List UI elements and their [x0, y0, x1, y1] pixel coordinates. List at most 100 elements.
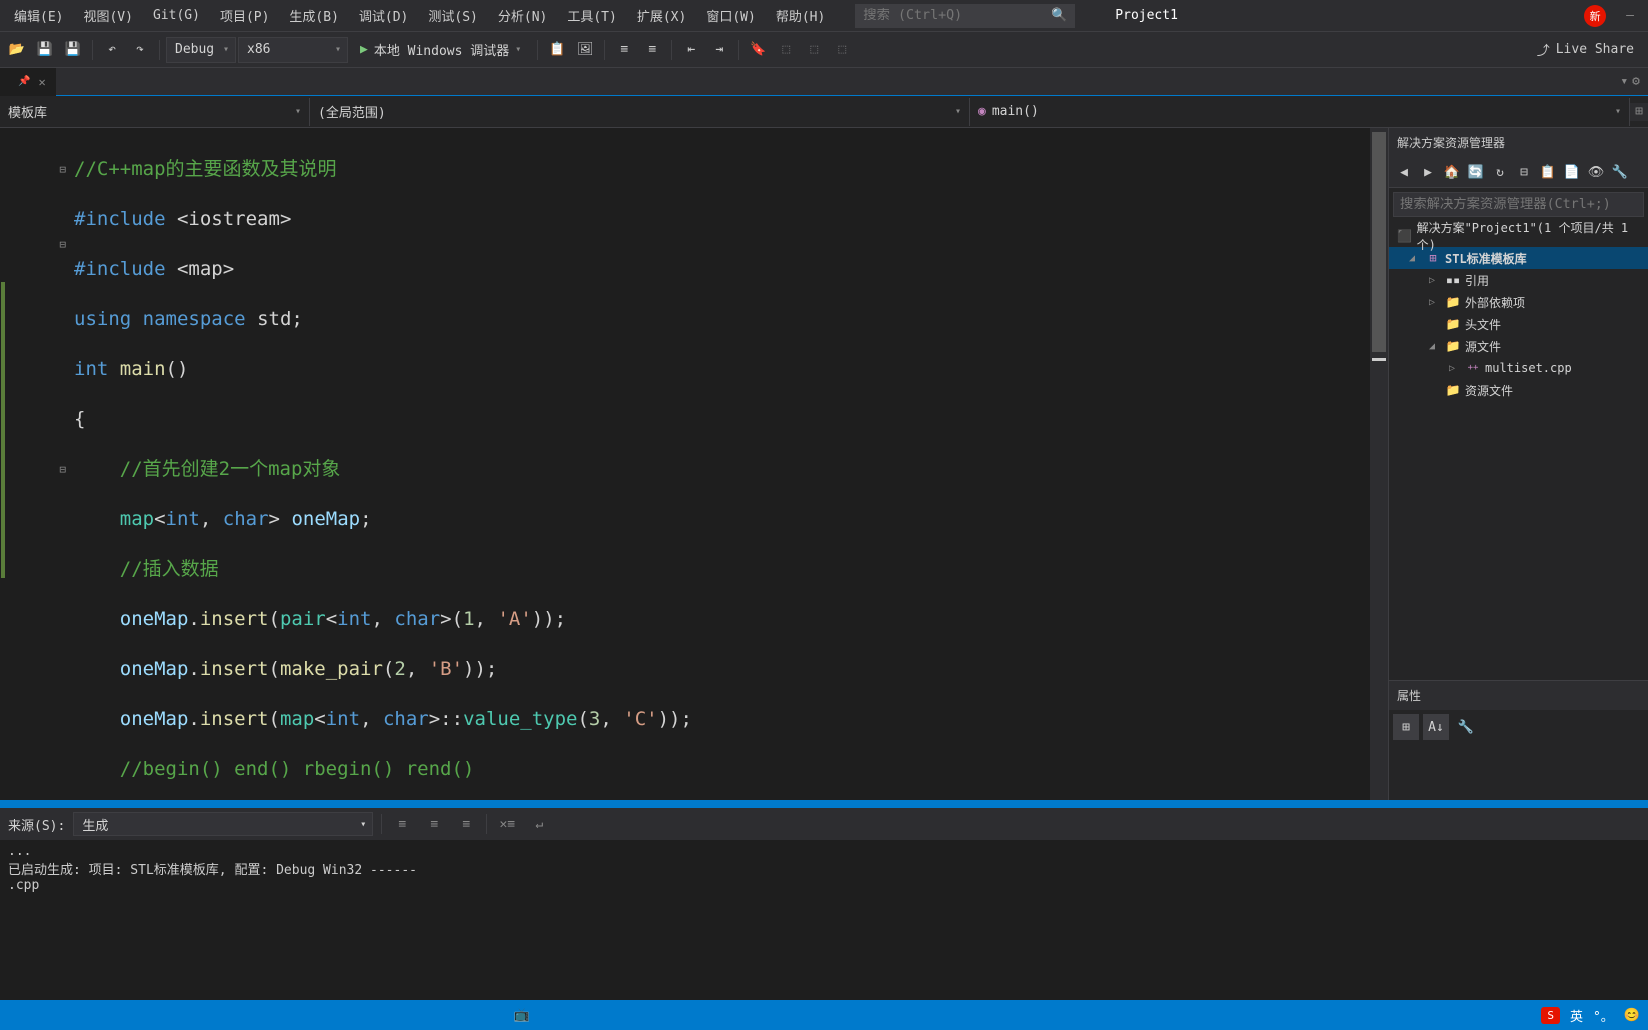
preview-button[interactable]: 👁 — [1585, 161, 1607, 183]
wrench-button[interactable]: 🔧 — [1609, 161, 1631, 183]
tree-node-headers[interactable]: 📁 头文件 — [1389, 313, 1648, 335]
menu-window[interactable]: 窗口(W) — [696, 2, 765, 29]
cpp-file-icon: ++ — [1465, 363, 1481, 373]
solution-search-input[interactable] — [1393, 192, 1644, 217]
scrollbar-mark — [1372, 358, 1386, 361]
change-bar — [0, 128, 30, 800]
toolbar-btn-7[interactable]: ⬚ — [829, 37, 855, 63]
tree-node-cppfile[interactable]: ▷ ++ multiset.cpp — [1389, 357, 1648, 379]
expand-icon[interactable]: ▷ — [1449, 363, 1461, 374]
forward-button[interactable]: ▶ — [1417, 161, 1439, 183]
redo-button[interactable]: ↷ — [127, 37, 153, 63]
clear-button[interactable]: ✕≡ — [495, 812, 519, 836]
toolbar-btn-3[interactable]: ≡ — [611, 37, 637, 63]
menu-edit[interactable]: 编辑(E) — [4, 2, 73, 29]
output-body[interactable]: ... 已启动生成: 项目: STL标准模板库, 配置: Debug Win32… — [0, 840, 1648, 1000]
menu-extensions[interactable]: 扩展(X) — [627, 2, 696, 29]
dropdown-icon[interactable]: ▾ — [1620, 74, 1628, 89]
language-indicator[interactable]: 英 — [1570, 1006, 1583, 1025]
tree-node-external[interactable]: ▷ 📁 外部依赖项 — [1389, 291, 1648, 313]
toolbar-btn-1[interactable]: 📋 — [544, 37, 570, 63]
open-file-button[interactable]: 📂 — [4, 37, 30, 63]
nav-global[interactable]: (全局范围) — [310, 98, 970, 126]
tree-node-sources[interactable]: ◢ 📁 源文件 — [1389, 335, 1648, 357]
toolbar-btn-5[interactable]: ⬚ — [773, 37, 799, 63]
config-combo[interactable]: Debug — [166, 37, 236, 63]
project-name[interactable]: Project1 — [1105, 4, 1188, 27]
sync-button[interactable]: 🔄 — [1465, 161, 1487, 183]
nav-function[interactable]: ◉ main() — [970, 98, 1630, 126]
panel-separator[interactable] — [0, 800, 1648, 808]
menu-build[interactable]: 生成(B) — [279, 2, 348, 29]
editor-tab[interactable]: 📌 ✕ — [0, 68, 56, 96]
search-input[interactable] — [863, 8, 1043, 23]
output-panel: 来源(S): 生成 ≡ ≡ ≡ ✕≡ ↵ ... 已启动生成: 项目: STL标… — [0, 808, 1648, 1000]
alpha-button[interactable]: A↓ — [1423, 714, 1449, 740]
undo-button[interactable]: ↶ — [99, 37, 125, 63]
collapse-button[interactable]: ⊟ — [1513, 161, 1535, 183]
menu-project[interactable]: 项目(P) — [210, 2, 279, 29]
wrench-button[interactable]: 🔧 — [1453, 714, 1479, 740]
menu-test[interactable]: 测试(S) — [418, 2, 487, 29]
back-button[interactable]: ◀ — [1393, 161, 1415, 183]
categorize-button[interactable]: ⊞ — [1393, 714, 1419, 740]
tree-node-resources[interactable]: 📁 资源文件 — [1389, 379, 1648, 401]
output-btn-3[interactable]: ≡ — [454, 812, 478, 836]
toolbar-btn-2[interactable]: 🖼 — [572, 37, 598, 63]
toolbar-btn-6[interactable]: ⬚ — [801, 37, 827, 63]
output-btn-1[interactable]: ≡ — [390, 812, 414, 836]
indent-button[interactable]: ⇤ — [678, 37, 704, 63]
menu-debug[interactable]: 调试(D) — [349, 2, 418, 29]
output-source-combo[interactable]: 生成 — [73, 812, 373, 836]
expand-icon[interactable]: ◢ — [1409, 253, 1421, 264]
menu-git[interactable]: Git(G) — [143, 4, 210, 27]
expand-icon[interactable]: ◢ — [1429, 341, 1441, 352]
toolbar-btn-4[interactable]: ≡ — [639, 37, 665, 63]
global-search[interactable]: 🔍 — [855, 4, 1075, 28]
fold-toggle[interactable]: ⊟ — [30, 157, 70, 182]
gear-icon[interactable]: ⚙ — [1632, 74, 1640, 89]
bookmark-button[interactable]: 🔖 — [745, 37, 771, 63]
new-badge[interactable]: 新 — [1584, 5, 1606, 27]
nav-scope[interactable]: 模板库 — [0, 98, 310, 126]
platform-combo[interactable]: x86 — [238, 37, 348, 63]
menu-help[interactable]: 帮助(H) — [766, 2, 835, 29]
save-button[interactable]: 💾 — [32, 37, 58, 63]
output-btn-2[interactable]: ≡ — [422, 812, 446, 836]
outdent-button[interactable]: ⇥ — [706, 37, 732, 63]
show-all-button[interactable]: 📋 — [1537, 161, 1559, 183]
code-area[interactable]: //C++map的主要函数及其说明 #include <iostream> #i… — [70, 128, 1370, 800]
status-icon[interactable]: 📺 — [514, 1008, 530, 1023]
expand-icon[interactable]: ▷ — [1429, 275, 1441, 286]
emoji-icon[interactable]: 😊 — [1624, 1008, 1640, 1023]
fold-toggle[interactable]: ⊟ — [30, 232, 70, 257]
live-share-button[interactable]: ⤴ Live Share — [1527, 40, 1644, 59]
ime-indicator[interactable]: S — [1541, 1007, 1560, 1024]
pin-icon[interactable]: 📌 — [18, 76, 30, 87]
run-button[interactable]: ▶ 本地 Windows 调试器 ▾ — [350, 37, 531, 63]
split-button[interactable]: ⊞ — [1630, 103, 1648, 121]
properties-button[interactable]: 📄 — [1561, 161, 1583, 183]
menu-tools[interactable]: 工具(T) — [557, 2, 626, 29]
tree-node-references[interactable]: ▷ ▪▪ 引用 — [1389, 269, 1648, 291]
function-icon: ◉ — [978, 104, 986, 119]
home-button[interactable]: 🏠 — [1441, 161, 1463, 183]
fold-gutter: ⊟ ⊟ ⊟ — [30, 128, 70, 800]
panel-toolbar: ◀ ▶ 🏠 🔄 ↻ ⊟ 📋 📄 👁 🔧 — [1389, 157, 1648, 188]
menu-analyze[interactable]: 分析(N) — [488, 2, 557, 29]
minimize-icon[interactable]: — — [1626, 8, 1634, 23]
close-icon[interactable]: ✕ — [38, 75, 45, 89]
scrollbar-thumb[interactable] — [1372, 132, 1386, 352]
solution-root[interactable]: ⬛ 解决方案"Project1"(1 个项目/共 1 个) — [1389, 225, 1648, 247]
menu-view[interactable]: 视图(V) — [73, 2, 142, 29]
status-icon-1[interactable]: °。 — [1593, 1006, 1614, 1025]
wrap-button[interactable]: ↵ — [527, 812, 551, 836]
folder-icon: 📁 — [1445, 295, 1461, 309]
vertical-scrollbar[interactable] — [1370, 128, 1388, 800]
expand-icon[interactable]: ▷ — [1429, 297, 1441, 308]
panel-title: 解决方案资源管理器 — [1389, 128, 1648, 157]
fold-toggle[interactable]: ⊟ — [30, 457, 70, 482]
separator — [604, 40, 605, 60]
save-all-button[interactable]: 💾 — [60, 37, 86, 63]
refresh-button[interactable]: ↻ — [1489, 161, 1511, 183]
